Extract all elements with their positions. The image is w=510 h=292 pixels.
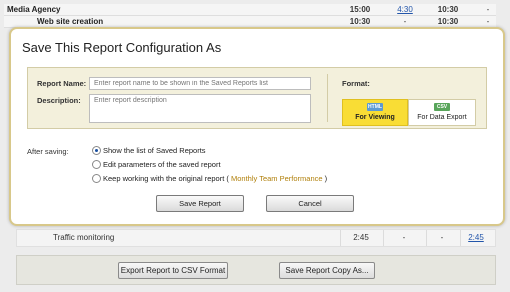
report-details-panel: Report Name: Description: Format: HTML F… [27,67,487,129]
format-option-label: For Viewing [355,114,395,121]
row-name: Media Agency [7,5,61,14]
save-copy-button[interactable]: Save Report Copy As... [279,262,375,279]
after-saving-label: After saving: [27,147,69,156]
row-cell-link[interactable]: 2:45 [457,233,495,242]
save-report-dialog: Save This Report Configuration As Report… [9,27,505,226]
csv-icon: CSV [434,103,450,111]
report-name-input[interactable] [89,77,311,90]
row-cell: - [440,233,444,242]
row-cell: 10:30 [437,5,459,14]
row-cell-link[interactable]: 4:30 [386,5,424,14]
html-icon: HTML [367,103,383,111]
radio-button[interactable] [92,160,101,169]
dialog-title: Save This Report Configuration As [22,40,222,55]
option-text: Keep working with the original report ( [103,174,229,183]
radio-button[interactable] [92,174,101,183]
row-name: Web site creation [37,17,104,26]
radio-button[interactable] [92,146,101,155]
format-option-csv[interactable]: CSV For Data Export [408,99,476,126]
row-cell: 10:30 [349,17,371,26]
report-name-label: Report Name: [37,79,87,88]
divider [340,230,341,246]
description-input[interactable] [89,94,311,123]
row-cell: - [402,233,406,242]
row-cell: - [486,5,490,14]
row-cell: 15:00 [349,5,371,14]
format-option-label: For Data Export [417,114,467,121]
row-name: Traffic monitoring [53,233,115,242]
report-action-bar: Export Report to CSV Format Save Report … [16,255,496,285]
option-label: Edit parameters of the saved report [103,160,221,169]
original-report-link[interactable]: Monthly Team Performance [231,174,323,183]
export-csv-button[interactable]: Export Report to CSV Format [118,262,228,279]
option-suffix: ) [324,174,328,183]
table-row: Traffic monitoring 2:45 - - 2:45 [16,229,496,247]
row-cell: 2:45 [353,233,369,242]
table-row: Media Agency 15:00 4:30 10:30 - [4,4,496,16]
row-cell: - [486,17,490,26]
option-label: Show the list of Saved Reports [103,146,206,155]
divider [383,230,384,246]
option-label: Keep working with the original report ( … [103,173,327,184]
row-cell: 10:30 [437,17,459,26]
format-label: Format: [342,79,370,88]
row-cell: - [403,17,407,26]
cancel-button[interactable]: Cancel [266,195,354,212]
description-label: Description: [37,96,81,105]
divider [327,74,328,122]
save-report-button[interactable]: Save Report [156,195,244,212]
format-option-html[interactable]: HTML For Viewing [342,99,408,126]
